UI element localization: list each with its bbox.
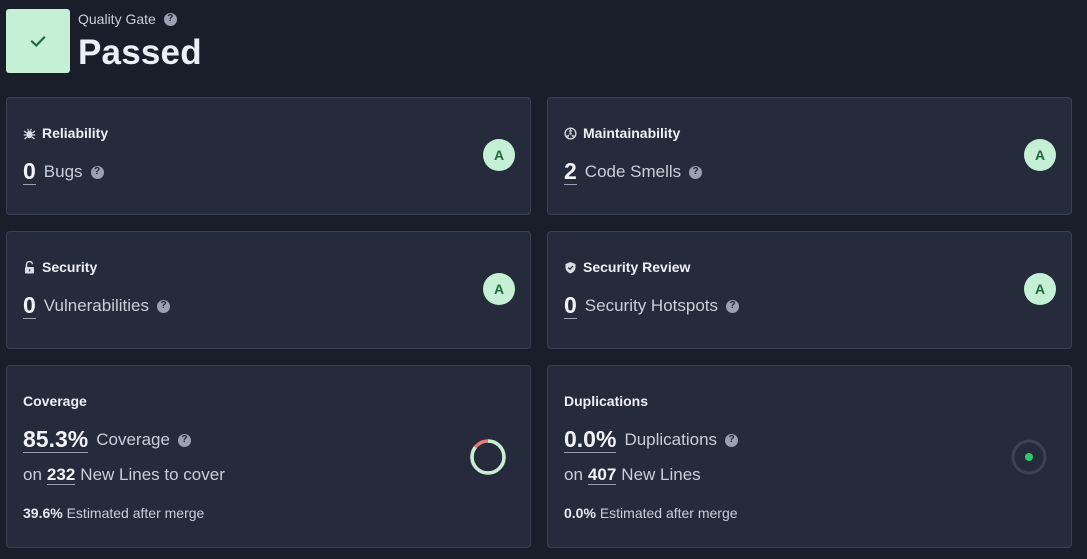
reliability-rating-badge[interactable]: A [483,139,515,171]
duplications-title: Duplications [564,393,649,409]
code-smells-count-link[interactable]: 2 [564,159,577,185]
metric-line: 0.0% Duplications ? [564,427,739,453]
duplications-estimate-value: 0.0% [564,505,596,521]
card-title: Coverage [23,393,87,409]
bug-icon [23,128,36,139]
security-review-title: Security Review [583,259,691,275]
security-review-card: Security Review 0 Security Hotspots ? A [547,231,1072,349]
lines-to-cover-link[interactable]: 232 [46,465,76,485]
maintainability-title: Maintainability [583,125,681,141]
reliability-title: Reliability [42,125,109,141]
coverage-label: Coverage [96,430,170,449]
duplications-card: Duplications 0.0% Duplications ? on 407 … [547,365,1072,548]
duplications-label: Duplications [624,430,718,449]
metric-line: 85.3% Coverage ? [23,427,191,453]
duplications-indicator-dot [1025,453,1033,461]
duplications-estimate-row: 0.0% Estimated after merge [564,505,738,521]
duplications-lines-row: on 407 New Lines [564,465,701,485]
metric-line: 0 Security Hotspots ? [564,293,740,319]
vulnerabilities-count-link[interactable]: 0 [23,293,36,319]
security-hotspots-label: Security Hotspots [584,296,719,315]
duplications-percent-link[interactable]: 0.0% [564,427,617,453]
lock-icon [25,260,34,273]
duplications-estimate-label: Estimated after merge [599,505,738,521]
coverage-donut-chart[interactable] [469,438,507,476]
quality-gate-header: Quality Gate ? Passed [6,9,406,73]
new-lines-link[interactable]: 407 [587,465,617,485]
metric-line: 0 Bugs ? [23,159,104,185]
card-title: Reliability [23,125,108,141]
check-icon [30,35,46,48]
security-hotspots-count-link[interactable]: 0 [564,293,577,319]
security-rating-badge[interactable]: A [483,273,515,305]
bugs-count-link[interactable]: 0 [23,159,36,185]
help-icon[interactable]: ? [163,12,177,26]
coverage-estimate-row: 39.6% Estimated after merge [23,505,204,521]
quality-gate-status-badge [6,9,70,73]
maintainability-icon [564,126,577,140]
new-lines-label: New Lines [621,465,701,484]
metric-line: 0 Vulnerabilities ? [23,293,171,319]
card-title: Security [23,259,97,275]
maintainability-rating-badge[interactable]: A [1024,139,1056,171]
card-title: Duplications [564,393,648,409]
help-icon[interactable]: ? [726,299,740,313]
quality-gate-label: Quality Gate [78,11,156,27]
security-review-rating-badge[interactable]: A [1024,273,1056,305]
help-icon[interactable]: ? [689,165,703,179]
shield-icon [565,261,576,273]
coverage-card: Coverage 85.3% Coverage ? on 232 New Lin… [6,365,531,548]
coverage-title: Coverage [23,393,87,409]
code-smells-label: Code Smells [584,162,682,181]
help-icon[interactable]: ? [157,299,171,313]
security-card: Security 0 Vulnerabilities ? A [6,231,531,349]
coverage-lines-row: on 232 New Lines to cover [23,465,225,485]
coverage-percent-link[interactable]: 85.3% [23,427,89,453]
security-title: Security [42,259,98,275]
card-title: Maintainability [564,125,680,141]
bugs-label: Bugs [43,162,83,181]
maintainability-card: Maintainability 2 Code Smells ? A [547,97,1072,215]
coverage-estimate-value: 39.6% [23,505,63,521]
help-icon[interactable]: ? [90,165,104,179]
reliability-card: Reliability 0 Bugs ? A [6,97,531,215]
quality-gate-status: Passed [78,33,202,72]
metric-line: 2 Code Smells ? [564,159,703,185]
vulnerabilities-label: Vulnerabilities [43,296,150,315]
help-icon[interactable]: ? [725,433,739,447]
lines-to-cover-label: New Lines to cover [80,465,225,484]
coverage-estimate-label: Estimated after merge [66,505,205,521]
quality-gate-label-row: Quality Gate ? [78,11,177,27]
card-title: Security Review [564,259,690,275]
duplications-indicator[interactable] [1011,439,1047,475]
on-prefix: on [23,465,42,484]
help-icon[interactable]: ? [177,433,191,447]
on-prefix: on [564,465,583,484]
